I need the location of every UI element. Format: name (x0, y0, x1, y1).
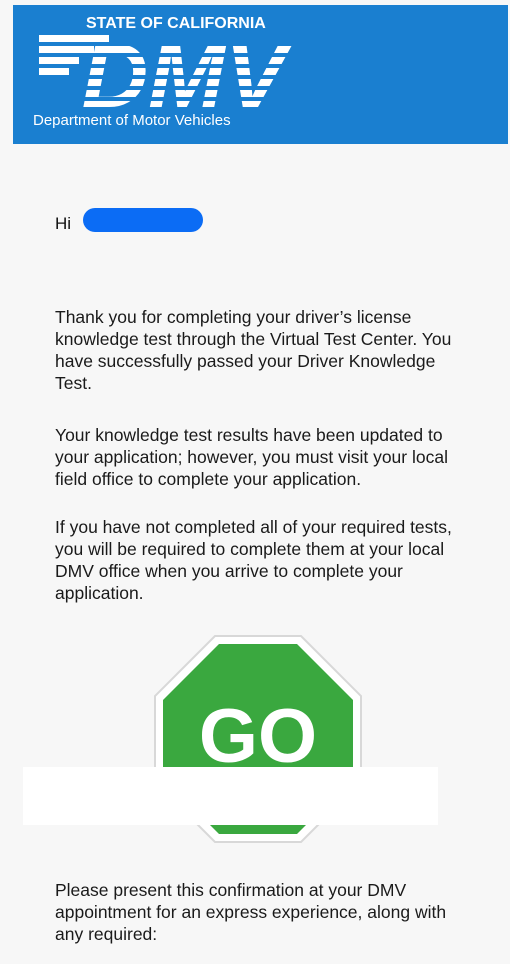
paragraph-present-confirmation: Please present this confirmation at your… (55, 880, 447, 944)
dmv-logo-icon: DMV (39, 31, 293, 111)
redacted-name-mark (83, 208, 203, 232)
email-body: Hi Thank you for completing your driver’… (13, 144, 508, 964)
paragraph-required-tests: If you have not completed all of your re… (55, 517, 452, 603)
redacted-area (23, 767, 438, 825)
greeting-text: Hi (55, 214, 72, 233)
dmv-header-banner: STATE OF CALIFORNIA DMV Department of Mo… (13, 5, 508, 144)
paragraph-results-updated: Your knowledge test results have been up… (55, 425, 448, 489)
department-name: Department of Motor Vehicles (33, 112, 231, 129)
paragraph-passed-test: Thank you for completing your driver’s l… (55, 307, 452, 393)
email-page: STATE OF CALIFORNIA DMV Department of Mo… (0, 0, 510, 964)
dmv-logo-text: DMV (82, 31, 293, 111)
